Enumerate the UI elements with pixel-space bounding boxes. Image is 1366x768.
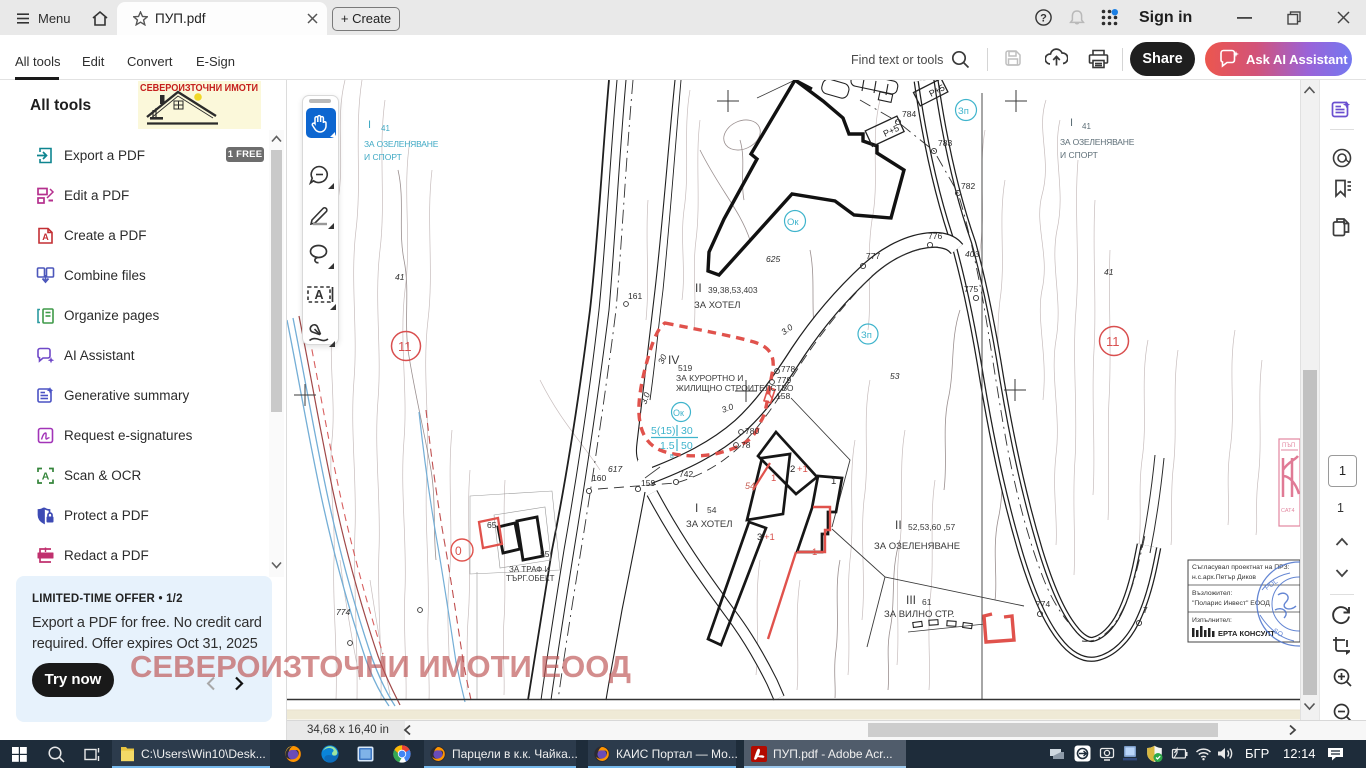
svg-text:3.0: 3.0 xyxy=(639,391,653,406)
svg-text:ЗА КУРОРТНО И: ЗА КУРОРТНО И xyxy=(676,373,743,383)
svg-text:41: 41 xyxy=(381,124,390,133)
svg-text:III: III xyxy=(906,593,916,607)
svg-text:ЗА ТРАФ И: ЗА ТРАФ И xyxy=(509,565,550,574)
svg-text:780: 780 xyxy=(745,426,759,436)
svg-text:A: A xyxy=(42,232,49,242)
svg-text:41: 41 xyxy=(1082,122,1091,131)
svg-text:P+5: P+5 xyxy=(882,123,901,139)
svg-text:I: I xyxy=(695,501,698,515)
svg-text:55: 55 xyxy=(540,549,550,559)
svg-text:в: в xyxy=(670,453,674,460)
svg-text:519: 519 xyxy=(678,363,692,373)
svg-text:I: I xyxy=(368,119,371,131)
svg-text:2: 2 xyxy=(790,464,795,475)
svg-text:54: 54 xyxy=(745,481,755,491)
svg-text:783: 783 xyxy=(938,138,952,148)
svg-text:1: 1 xyxy=(831,476,836,487)
svg-text:161: 161 xyxy=(628,291,642,301)
svg-text:II: II xyxy=(695,281,702,295)
svg-text:A: A xyxy=(42,471,50,483)
svg-text:5(15): 5(15) xyxy=(651,425,676,437)
svg-text:778: 778 xyxy=(781,364,795,374)
svg-text:И СПОРТ: И СПОРТ xyxy=(1060,150,1098,160)
svg-text:617: 617 xyxy=(608,464,622,474)
svg-text:+1: +1 xyxy=(764,532,775,543)
svg-text:ЗА ОЗЕЛЕНЯВАНЕ: ЗА ОЗЕЛЕНЯВАНЕ xyxy=(364,139,439,149)
svg-text:776: 776 xyxy=(928,231,942,241)
svg-text:ЗА ХОТЕЛ: ЗА ХОТЕЛ xyxy=(686,519,733,530)
svg-text:784: 784 xyxy=(902,109,916,119)
svg-text:Зп: Зп xyxy=(958,106,969,117)
svg-text:?: ? xyxy=(1040,13,1047,25)
svg-text:625: 625 xyxy=(766,254,780,264)
svg-text:3: 3 xyxy=(757,532,762,543)
svg-text:САТ4: САТ4 xyxy=(1281,508,1295,514)
svg-text:39,38,53,403: 39,38,53,403 xyxy=(708,285,758,295)
svg-text:30: 30 xyxy=(681,425,693,437)
svg-text:774: 774 xyxy=(336,607,350,617)
svg-text:782: 782 xyxy=(961,181,975,191)
svg-text:777: 777 xyxy=(866,251,880,261)
svg-text:61: 61 xyxy=(922,597,932,607)
svg-text:Ок: Ок xyxy=(673,408,684,418)
svg-text:53: 53 xyxy=(890,371,900,381)
svg-text:ПЪП: ПЪП xyxy=(1282,443,1295,449)
svg-text:52,53,60 ,57: 52,53,60 ,57 xyxy=(908,522,956,532)
svg-text:774: 774 xyxy=(1036,599,1050,609)
svg-text:1.5: 1.5 xyxy=(660,440,675,452)
svg-text:+1: +1 xyxy=(797,464,808,475)
svg-text:11: 11 xyxy=(398,339,412,354)
svg-text:Ок: Ок xyxy=(787,217,799,228)
svg-text:И СПОРТ: И СПОРТ xyxy=(364,152,402,162)
svg-text:41: 41 xyxy=(1104,267,1114,277)
svg-text:775: 775 xyxy=(964,284,978,294)
svg-text:ЗА ХОТЕЛ: ЗА ХОТЕЛ xyxy=(694,300,741,311)
svg-text:403: 403 xyxy=(965,249,979,259)
svg-text:78: 78 xyxy=(741,440,751,450)
svg-text:50: 50 xyxy=(681,440,693,452)
svg-text:3.0: 3.0 xyxy=(720,401,735,415)
svg-text:11: 11 xyxy=(1106,334,1120,349)
svg-text:7: 7 xyxy=(1143,605,1148,615)
svg-text:Зп: Зп xyxy=(861,330,872,341)
svg-text:159: 159 xyxy=(641,478,655,488)
svg-text:СЕВЕРОИЗТОЧНИ ИМОТИ: СЕВЕРОИЗТОЧНИ ИМОТИ xyxy=(140,82,258,94)
svg-text:ЗА ОЗЕЛЕНЯВАНЕ: ЗА ОЗЕЛЕНЯВАНЕ xyxy=(874,541,960,552)
svg-text:Изпълнител:: Изпълнител: xyxy=(1192,617,1232,624)
svg-text:I: I xyxy=(1070,117,1073,129)
svg-text:"Поларис Инвест" ЕООД: "Поларис Инвест" ЕООД xyxy=(1192,600,1270,607)
svg-text:742: 742 xyxy=(679,469,693,479)
svg-text:0: 0 xyxy=(455,544,462,558)
svg-text:54: 54 xyxy=(707,505,717,515)
svg-text:65: 65 xyxy=(487,520,497,530)
svg-text:1: 1 xyxy=(812,547,817,558)
svg-text:41: 41 xyxy=(395,272,405,282)
svg-text:30: 30 xyxy=(656,352,669,365)
svg-text:1: 1 xyxy=(771,473,776,484)
svg-text:II: II xyxy=(895,518,902,532)
svg-text:н.с.арх.Петър Диков: н.с.арх.Петър Диков xyxy=(1192,574,1256,581)
svg-text:Възложител:: Възложител: xyxy=(1192,590,1232,597)
svg-text:3.0: 3.0 xyxy=(779,322,795,337)
svg-text:ЗА ВИЛНО СТР.: ЗА ВИЛНО СТР. xyxy=(884,609,955,620)
svg-text:ЖИЛИЩНО СТРОИТЕЛСТВО: ЖИЛИЩНО СТРОИТЕЛСТВО xyxy=(676,383,794,393)
svg-text:ЗА ОЗЕЛЕНЯВАНЕ: ЗА ОЗЕЛЕНЯВАНЕ xyxy=(1060,137,1135,147)
svg-text:ТЪРГ.ОБЕКТ: ТЪРГ.ОБЕКТ xyxy=(506,574,555,583)
svg-text:160: 160 xyxy=(592,473,606,483)
svg-text:A: A xyxy=(314,288,323,302)
